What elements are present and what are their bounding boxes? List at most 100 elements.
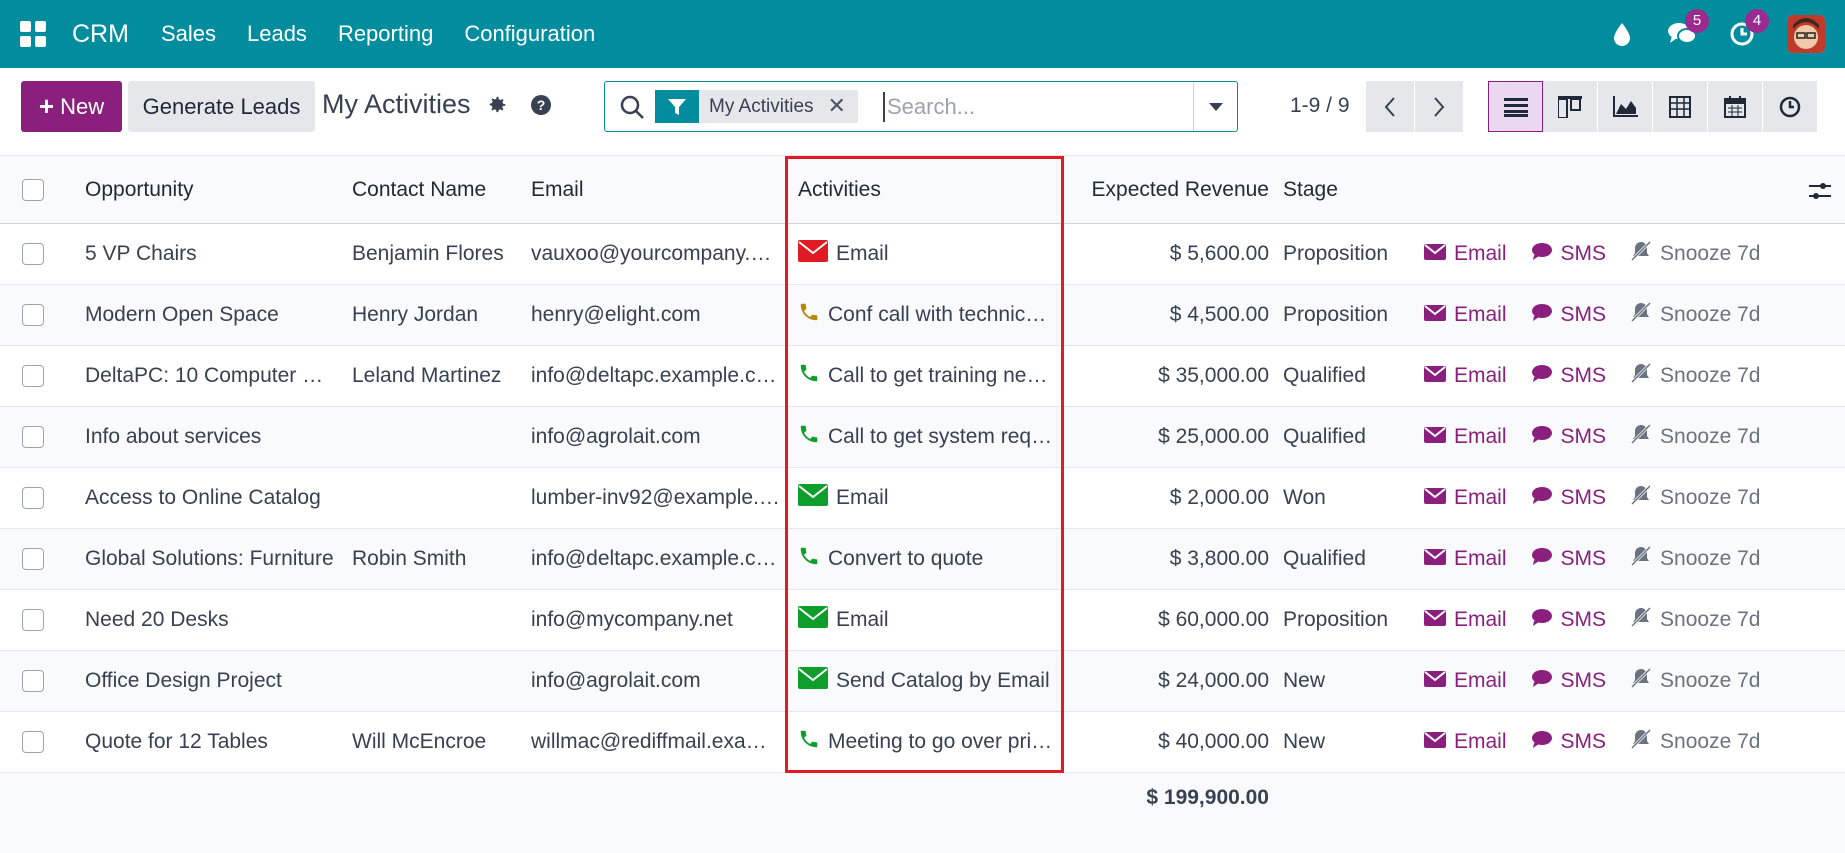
row-email-button[interactable]: Email bbox=[1424, 547, 1507, 571]
activity-view-button[interactable] bbox=[1763, 81, 1818, 132]
cell-opportunity[interactable]: Quote for 12 Tables bbox=[85, 730, 268, 754]
select-all-checkbox[interactable] bbox=[22, 179, 44, 201]
optional-columns-icon[interactable] bbox=[1809, 181, 1831, 207]
row-checkbox[interactable] bbox=[22, 670, 44, 692]
header-email[interactable]: Email bbox=[531, 157, 781, 223]
envelope-icon[interactable] bbox=[798, 484, 828, 512]
cell-activity[interactable]: Convert to quote bbox=[798, 529, 1053, 589]
envelope-icon[interactable] bbox=[798, 606, 828, 634]
row-email-button[interactable]: Email bbox=[1424, 425, 1507, 449]
table-row[interactable]: Office Design Project info@agrolait.com Se… bbox=[0, 651, 1845, 712]
cell-opportunity[interactable]: Info about services bbox=[85, 425, 261, 449]
cell-activity[interactable]: Meeting to go over pricing bbox=[798, 712, 1053, 772]
cell-opportunity[interactable]: 5 VP Chairs bbox=[85, 242, 197, 266]
kanban-view-button[interactable] bbox=[1543, 81, 1598, 132]
table-row[interactable]: Need 20 Desks info@mycompany.net Email $ 60… bbox=[0, 590, 1845, 651]
row-checkbox[interactable] bbox=[22, 426, 44, 448]
activity-summary[interactable]: Conf call with technical service bbox=[828, 303, 1053, 327]
row-email-button[interactable]: Email bbox=[1424, 486, 1507, 510]
row-snooze-button[interactable]: Snooze 7d bbox=[1630, 728, 1760, 756]
row-sms-button[interactable]: SMS bbox=[1531, 669, 1606, 693]
cell-opportunity[interactable]: Need 20 Desks bbox=[85, 608, 229, 632]
menu-reporting[interactable]: Reporting bbox=[338, 21, 433, 47]
table-row[interactable]: Global Solutions: Furniture Robin Smith in… bbox=[0, 529, 1845, 590]
header-stage[interactable]: Stage bbox=[1283, 157, 1413, 223]
activity-summary[interactable]: Email bbox=[836, 608, 889, 632]
row-snooze-button[interactable]: Snooze 7d bbox=[1630, 240, 1760, 268]
phone-icon[interactable] bbox=[798, 728, 820, 756]
pivot-view-button[interactable] bbox=[1653, 81, 1708, 132]
table-row[interactable]: Quote for 12 Tables Will McEncroe willmac@… bbox=[0, 712, 1845, 773]
cell-activity[interactable]: Email bbox=[798, 468, 1053, 528]
activity-summary[interactable]: Meeting to go over pricing bbox=[828, 730, 1053, 754]
row-email-button[interactable]: Email bbox=[1424, 730, 1507, 754]
table-row[interactable]: DeltaPC: 10 Computer Desks Leland Martine… bbox=[0, 346, 1845, 407]
row-sms-button[interactable]: SMS bbox=[1531, 608, 1606, 632]
phone-icon[interactable] bbox=[798, 423, 820, 451]
list-view-button[interactable] bbox=[1488, 81, 1543, 132]
activity-summary[interactable]: Convert to quote bbox=[828, 547, 983, 571]
search-input[interactable] bbox=[883, 92, 1183, 122]
graph-view-button[interactable] bbox=[1598, 81, 1653, 132]
row-sms-button[interactable]: SMS bbox=[1531, 303, 1606, 327]
apps-grid-icon[interactable] bbox=[20, 21, 46, 47]
search-icon[interactable] bbox=[619, 94, 645, 125]
menu-configuration[interactable]: Configuration bbox=[464, 21, 595, 47]
row-checkbox[interactable] bbox=[22, 487, 44, 509]
cell-opportunity[interactable]: Office Design Project bbox=[85, 669, 282, 693]
cell-opportunity[interactable]: Modern Open Space bbox=[85, 303, 279, 327]
help-icon[interactable]: ? bbox=[530, 94, 552, 121]
drop-icon[interactable] bbox=[1607, 19, 1637, 49]
row-checkbox[interactable] bbox=[22, 243, 44, 265]
table-row[interactable]: Info about services info@agrolait.com Call… bbox=[0, 407, 1845, 468]
activity-summary[interactable]: Call to get system requirements bbox=[828, 425, 1053, 449]
phone-icon[interactable] bbox=[798, 545, 820, 573]
menu-sales[interactable]: Sales bbox=[161, 21, 216, 47]
header-expected-revenue[interactable]: Expected Revenue bbox=[1060, 157, 1269, 223]
row-email-button[interactable]: Email bbox=[1424, 303, 1507, 327]
row-checkbox[interactable] bbox=[22, 548, 44, 570]
remove-facet-icon[interactable]: ✕ bbox=[824, 90, 858, 123]
row-sms-button[interactable]: SMS bbox=[1531, 547, 1606, 571]
row-sms-button[interactable]: SMS bbox=[1531, 486, 1606, 510]
cell-activity[interactable]: Send Catalog by Email bbox=[798, 651, 1053, 711]
row-checkbox[interactable] bbox=[22, 609, 44, 631]
pager-next-button[interactable] bbox=[1415, 81, 1463, 132]
row-sms-button[interactable]: SMS bbox=[1531, 425, 1606, 449]
header-activities[interactable]: Activities bbox=[798, 157, 1053, 223]
generate-leads-button[interactable]: Generate Leads bbox=[128, 81, 315, 132]
cell-opportunity[interactable]: Access to Online Catalog bbox=[85, 486, 321, 510]
phone-icon[interactable] bbox=[798, 301, 820, 329]
row-snooze-button[interactable]: Snooze 7d bbox=[1630, 606, 1760, 634]
row-snooze-button[interactable]: Snooze 7d bbox=[1630, 301, 1760, 329]
cell-opportunity[interactable]: Global Solutions: Furniture bbox=[85, 547, 334, 571]
activity-summary[interactable]: Call to get training needs bbox=[828, 364, 1053, 388]
cell-activity[interactable]: Conf call with technical service bbox=[798, 285, 1053, 345]
row-snooze-button[interactable]: Snooze 7d bbox=[1630, 667, 1760, 695]
activities-clock-icon[interactable]: 4 bbox=[1727, 9, 1769, 49]
activity-summary[interactable]: Email bbox=[836, 242, 889, 266]
header-opportunity[interactable]: Opportunity bbox=[85, 157, 337, 223]
user-avatar[interactable] bbox=[1787, 15, 1825, 53]
calendar-view-button[interactable] bbox=[1708, 81, 1763, 132]
envelope-icon[interactable] bbox=[798, 240, 828, 268]
row-snooze-button[interactable]: Snooze 7d bbox=[1630, 484, 1760, 512]
table-row[interactable]: Modern Open Space Henry Jordan henry@eligh… bbox=[0, 285, 1845, 346]
row-snooze-button[interactable]: Snooze 7d bbox=[1630, 362, 1760, 390]
row-checkbox[interactable] bbox=[22, 365, 44, 387]
cell-activity[interactable]: Email bbox=[798, 590, 1053, 650]
row-sms-button[interactable]: SMS bbox=[1531, 730, 1606, 754]
activity-summary[interactable]: Email bbox=[836, 486, 889, 510]
messages-icon[interactable]: 5 bbox=[1667, 9, 1709, 49]
cell-activity[interactable]: Call to get system requirements bbox=[798, 407, 1053, 467]
row-email-button[interactable]: Email bbox=[1424, 242, 1507, 266]
cell-activity[interactable]: Call to get training needs bbox=[798, 346, 1053, 406]
new-button[interactable]: + New bbox=[21, 81, 122, 132]
pager-previous-button[interactable] bbox=[1366, 81, 1414, 132]
app-brand[interactable]: CRM bbox=[72, 20, 129, 49]
activity-summary[interactable]: Send Catalog by Email bbox=[836, 669, 1050, 693]
envelope-icon[interactable] bbox=[798, 667, 828, 695]
pager-value[interactable]: 1-9 / 9 bbox=[1290, 94, 1350, 118]
menu-leads[interactable]: Leads bbox=[247, 21, 307, 47]
row-email-button[interactable]: Email bbox=[1424, 608, 1507, 632]
